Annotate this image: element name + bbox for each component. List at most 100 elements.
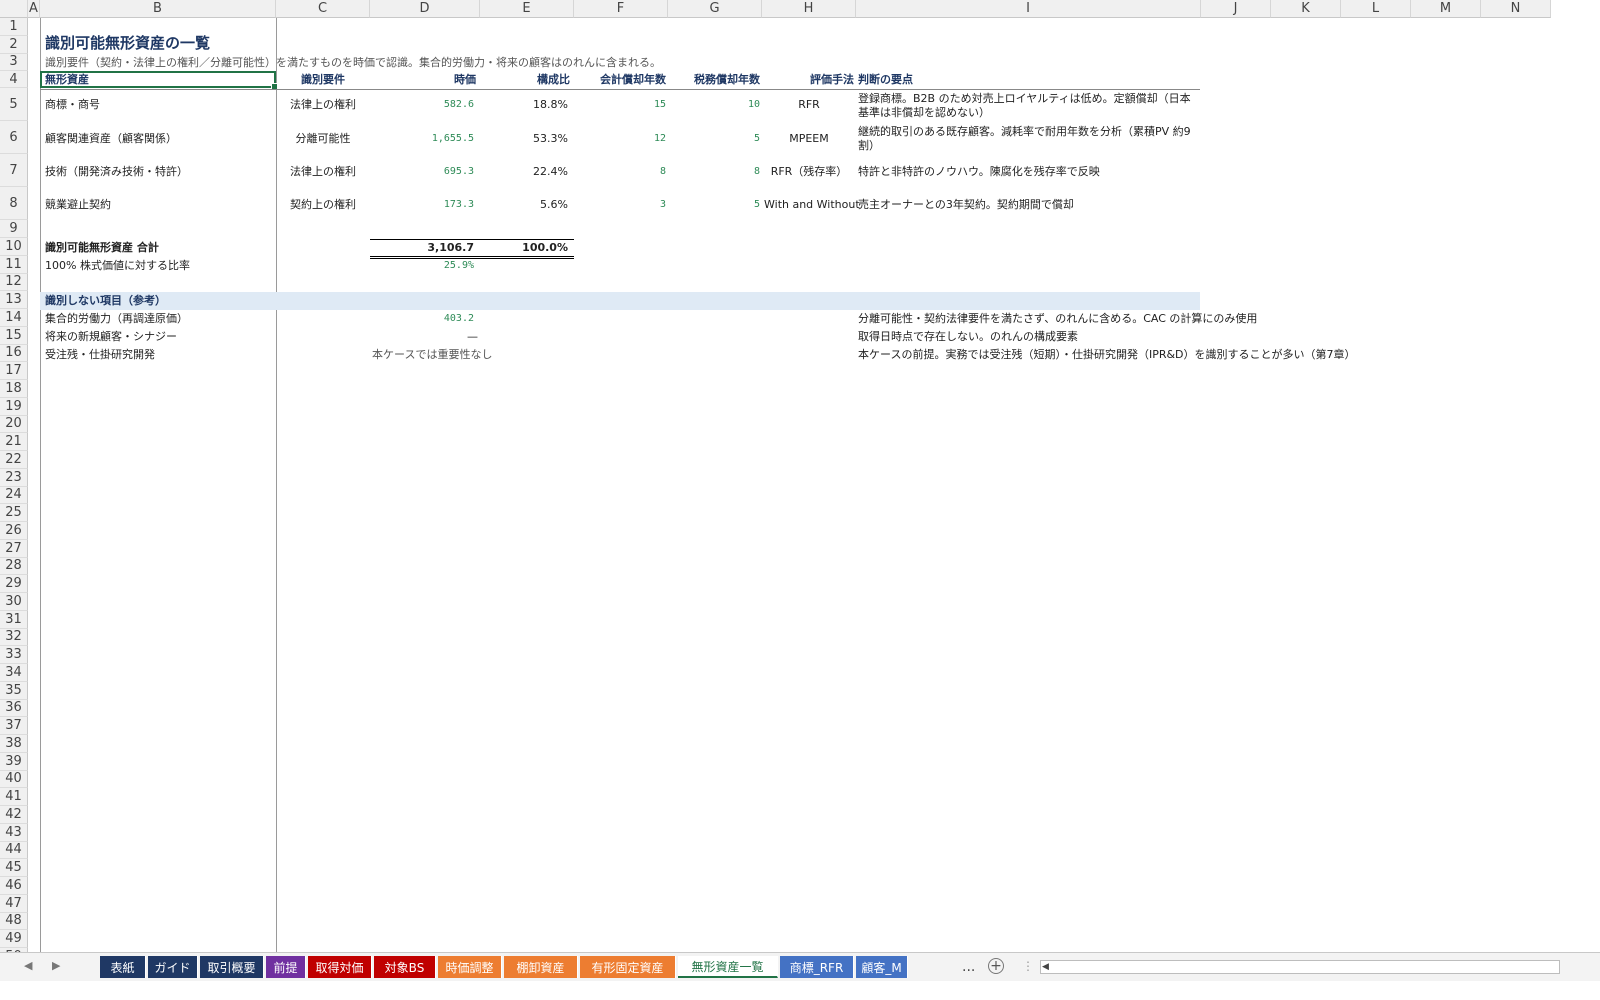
more-tabs-button[interactable]: ... [962, 959, 975, 975]
scroll-left-arrow-icon[interactable]: ◀ [1042, 962, 1049, 972]
asset-note: 登録商標。B2B のため対売上ロイヤルティは低め。定額償却（日本 [858, 92, 1191, 105]
row-header[interactable]: 42 [0, 806, 28, 824]
equity-ratio-label: 100% 株式価値に対する比率 [45, 259, 190, 272]
column-header[interactable]: D [370, 0, 480, 18]
spreadsheet-grid[interactable]: ABCDEFGHIJKLMN 1 2 3 4 5 6 7 8 9 10 11 12 13 14 15 16 17… [0, 0, 1600, 974]
row-header[interactable]: 40 [0, 770, 28, 789]
row-header[interactable]: 15 [0, 326, 28, 345]
row-header[interactable]: 20 [0, 415, 28, 434]
row-header[interactable]: 45 [0, 859, 28, 877]
row-header[interactable]: 16 [0, 344, 28, 363]
row-header[interactable]: 21 [0, 433, 28, 451]
sheet-tab[interactable]: 取引概要 [200, 956, 264, 978]
row-header[interactable]: 38 [0, 735, 28, 753]
sheet-tab[interactable]: 表紙 [100, 956, 146, 978]
row-header[interactable]: 26 [0, 522, 28, 540]
column-header[interactable]: I [856, 0, 1201, 18]
row-header[interactable]: 43 [0, 823, 28, 842]
row-header[interactable]: 46 [0, 877, 28, 895]
column-header[interactable]: F [574, 0, 668, 18]
scroll-tabs-left-icon[interactable]: ◀ [24, 959, 32, 972]
asset-note-cont: 基準は非償却を認めない） [858, 106, 990, 119]
sheet-tab[interactable]: ガイド [148, 956, 198, 978]
row-header[interactable]: 8 [0, 187, 28, 221]
row-header[interactable]: 31 [0, 610, 28, 629]
header-ratio: 構成比 [537, 73, 570, 86]
sheet-tab[interactable]: 有形固定資産 [580, 956, 676, 978]
column-header[interactable]: J [1201, 0, 1271, 18]
row-header[interactable]: 41 [0, 788, 28, 806]
sheet-tab[interactable]: 取得対価 [308, 956, 372, 978]
row-header[interactable]: 36 [0, 699, 28, 718]
asset-method: With and Without [764, 198, 860, 211]
row-header[interactable]: 1 [0, 18, 28, 36]
row-header[interactable]: 24 [0, 486, 28, 505]
row-header[interactable]: 9 [0, 220, 28, 238]
item-name: 受注残・仕掛研究開発 [45, 348, 155, 361]
column-header[interactable]: K [1271, 0, 1341, 18]
row-header[interactable]: 17 [0, 362, 28, 380]
column-header[interactable]: A [28, 0, 40, 18]
row-header[interactable]: 25 [0, 504, 28, 522]
sheet-tab[interactable]: 前提 [266, 956, 306, 978]
asset-method: RFR（残存率） [770, 165, 848, 178]
row-header[interactable]: 27 [0, 539, 28, 558]
column-header[interactable]: C [276, 0, 370, 18]
row-header[interactable]: 12 [0, 273, 28, 292]
row-header[interactable]: 33 [0, 646, 28, 664]
sheet-tab[interactable]: 時価調整 [438, 956, 502, 978]
column-header[interactable]: G [668, 0, 762, 18]
row-header[interactable]: 48 [0, 912, 28, 931]
row-header[interactable]: 34 [0, 664, 28, 682]
column-header[interactable]: N [1481, 0, 1551, 18]
add-sheet-button[interactable]: + [988, 958, 1004, 974]
asset-method: RFR [798, 98, 820, 111]
row-header[interactable]: 44 [0, 841, 28, 860]
freeze-pane-line [276, 18, 277, 974]
sheet-tab[interactable]: 顧客_M [856, 956, 908, 978]
sheet-tab-bar: ◀ ▶ 表紙 ガイド 取引概要 前提 取得対価 対象BS 時価調整 棚卸資産 有形固定資産 無形資… [0, 952, 1600, 981]
row-header[interactable]: 32 [0, 628, 28, 647]
header-underline [40, 89, 1200, 90]
sheet-tab[interactable]: 無形資産一覧 [678, 956, 778, 978]
column-header[interactable]: L [1341, 0, 1411, 18]
header-notes: 判断の要点 [858, 73, 913, 86]
row-header[interactable]: 6 [0, 121, 28, 155]
asset-name: 競業避止契約 [45, 198, 111, 211]
row-header[interactable]: 30 [0, 593, 28, 611]
row-header[interactable]: 19 [0, 397, 28, 416]
row-header[interactable]: 2 [0, 35, 28, 54]
sheet-tab[interactable]: 対象BS [374, 956, 436, 978]
row-header[interactable]: 28 [0, 557, 28, 576]
row-header[interactable]: 7 [0, 154, 28, 188]
row-header[interactable]: 11 [0, 255, 28, 274]
row-header[interactable]: 4 [0, 71, 28, 89]
row-header[interactable]: 47 [0, 894, 28, 913]
select-all-corner[interactable] [0, 0, 28, 18]
column-header[interactable]: B [40, 0, 276, 18]
row-header[interactable]: 18 [0, 380, 28, 398]
row-header[interactable]: 49 [0, 930, 28, 948]
sheet-tab[interactable]: 棚卸資産 [504, 956, 578, 978]
scroll-tabs-right-icon[interactable]: ▶ [52, 959, 60, 972]
row-header[interactable]: 10 [0, 238, 28, 256]
sheet-tab[interactable]: 商標_RFR [780, 956, 854, 978]
row-header[interactable]: 23 [0, 468, 28, 487]
row-header[interactable]: 22 [0, 451, 28, 469]
row-header[interactable]: 37 [0, 717, 28, 735]
horizontal-scrollbar[interactable] [1040, 960, 1560, 974]
row-header[interactable]: 39 [0, 752, 28, 771]
asset-name: 商標・商号 [45, 98, 100, 111]
column-header[interactable]: M [1411, 0, 1481, 18]
row-header[interactable]: 13 [0, 291, 28, 309]
row-header[interactable]: 14 [0, 309, 28, 327]
column-header[interactable]: H [762, 0, 856, 18]
row-header[interactable]: 5 [0, 88, 28, 122]
row-header[interactable]: 29 [0, 575, 28, 593]
splitter-handle[interactable]: ⋮ [1022, 959, 1034, 973]
asset-tax-life: 10 [747, 99, 760, 110]
row-header[interactable]: 3 [0, 53, 28, 72]
row-header[interactable]: 35 [0, 681, 28, 700]
column-header[interactable]: E [480, 0, 574, 18]
total-top-border [370, 239, 574, 240]
